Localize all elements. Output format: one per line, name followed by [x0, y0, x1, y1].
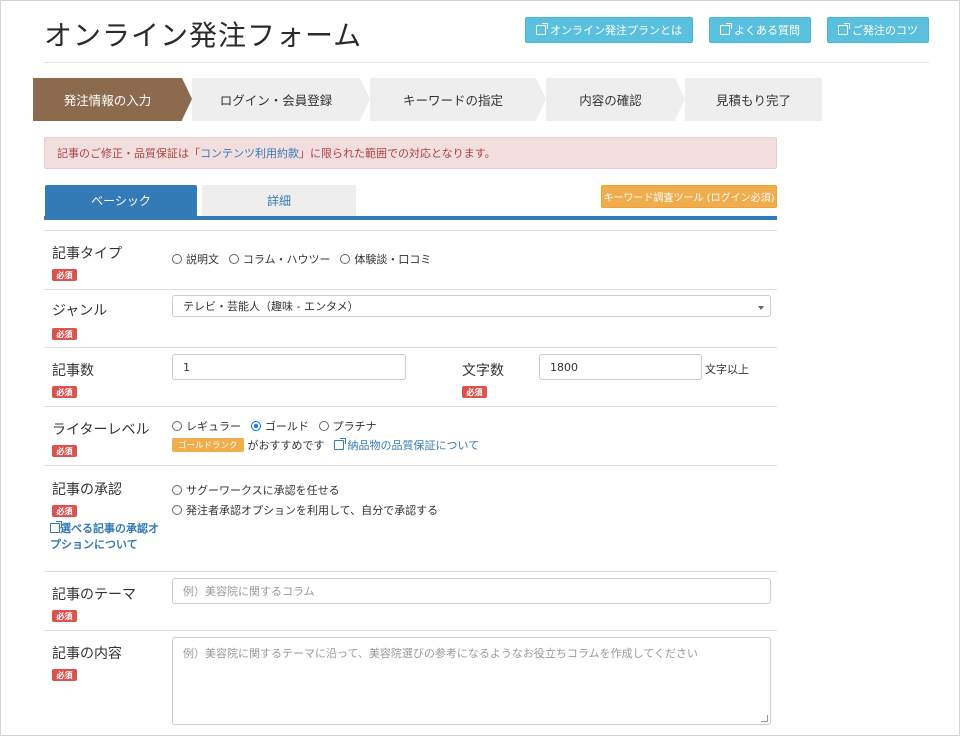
- external-link-icon: [838, 23, 850, 35]
- row-theme: 記事のテーマ 必須 例）美容院に関するコラム: [44, 571, 777, 630]
- row-writer-level: ライターレベル 必須 レギュラー ゴールド プラチナ ゴールドランク がおすすめで…: [44, 406, 777, 465]
- radio-icon: [172, 254, 182, 264]
- writer-level-option[interactable]: レギュラー: [172, 420, 241, 433]
- radio-checked-icon: [250, 421, 261, 431]
- required-badge: 必須: [52, 610, 77, 622]
- row-genre: ジャンル 必須 テレビ・芸能人（趣味 - エンタメ）: [44, 289, 777, 347]
- required-badge: 必須: [52, 445, 77, 457]
- article-type-options: 説明文 コラム・ハウツー 体験談・口コミ: [172, 251, 437, 267]
- step-complete: 見積もり完了: [685, 78, 822, 121]
- resize-handle-icon[interactable]: [761, 715, 768, 722]
- required-badge: 必須: [52, 669, 77, 681]
- required-badge: 必須: [52, 269, 77, 281]
- writer-level-option-selected[interactable]: ゴールド: [250, 420, 309, 433]
- content-textarea[interactable]: 例）美容院に関するテーマに沿って、美容院選びの参考になるようなお役立ちコラムを作…: [172, 637, 771, 725]
- radio-icon: [172, 485, 182, 495]
- keyword-tool-button[interactable]: キーワード調査ツール (ログイン必須): [601, 185, 777, 208]
- row-content: 記事の内容 必須 例）美容院に関するテーマに沿って、美容院選びの参考になるような…: [44, 630, 777, 734]
- writer-level-recommendation: ゴールドランク がおすすめです 納品物の品質保証について: [172, 437, 479, 453]
- step-login: ログイン・会員登録: [192, 78, 370, 121]
- step-confirm: 内容の確認: [546, 78, 685, 121]
- writer-level-options: レギュラー ゴールド プラチナ: [172, 418, 383, 434]
- article-count-label: 記事数: [52, 363, 94, 379]
- terms-link[interactable]: コンテンツ利用約款: [200, 145, 299, 161]
- online-plan-link[interactable]: オンライン発注プランとは: [525, 17, 693, 43]
- chevron-down-icon: [758, 306, 764, 310]
- approval-options: サグーワークスに承認を任せる 発注者承認オプションを利用して、自分で承認する: [172, 481, 444, 521]
- radio-icon: [318, 421, 329, 431]
- content-label: 記事の内容: [52, 646, 122, 662]
- external-link-icon: [50, 521, 62, 533]
- row-article-type: 記事タイプ 必須 説明文 コラム・ハウツー 体験談・口コミ: [44, 230, 777, 289]
- external-link-icon: [720, 23, 732, 35]
- article-type-option[interactable]: 説明文: [172, 253, 219, 266]
- radio-icon: [172, 421, 182, 431]
- header-divider: [44, 62, 929, 63]
- writer-level-option[interactable]: プラチナ: [318, 420, 377, 433]
- char-count-label: 文字数: [462, 363, 504, 379]
- article-type-option[interactable]: 体験談・口コミ: [340, 253, 431, 266]
- required-badge: 必須: [462, 386, 487, 398]
- step-keyword: キーワードの指定: [370, 78, 546, 121]
- radio-icon: [340, 254, 351, 264]
- writer-level-label: ライターレベル: [52, 422, 150, 438]
- quality-guarantee-link[interactable]: 納品物の品質保証について: [334, 438, 479, 452]
- order-tips-link[interactable]: ご発注のコツ: [827, 17, 929, 43]
- char-count-input[interactable]: 1800: [539, 354, 702, 380]
- external-link-icon: [536, 23, 548, 35]
- required-badge: 必須: [52, 386, 77, 398]
- theme-label: 記事のテーマ: [52, 587, 136, 603]
- step-order-info: 発注情報の入力: [33, 78, 192, 121]
- tab-basic[interactable]: ベーシック: [45, 185, 197, 216]
- article-count-input[interactable]: 1: [172, 354, 406, 380]
- article-type-label: 記事タイプ: [52, 246, 122, 262]
- required-badge: 必須: [52, 505, 77, 517]
- approval-option[interactable]: 発注者承認オプションを利用して、自分で承認する: [172, 501, 438, 521]
- page-title: オンライン発注フォーム: [44, 19, 363, 52]
- genre-label: ジャンル: [52, 303, 108, 319]
- radio-icon: [228, 254, 239, 264]
- quality-alert: 記事のご修正・品質保証は「 コンテンツ利用約款 」に限られた範囲での対応となります。: [44, 137, 777, 169]
- row-approval: 記事の承認 必須 選べる記事の承認オプションについて サグーワークスに承認を任せ…: [44, 465, 777, 571]
- radio-icon: [172, 505, 182, 515]
- faq-link[interactable]: よくある質問: [709, 17, 811, 43]
- article-type-option[interactable]: コラム・ハウツー: [228, 253, 331, 266]
- row-count: 記事数 必須 1 文字数 必須 1800 文字以上: [44, 347, 777, 406]
- approval-option-link[interactable]: 選べる記事の承認オプションについて: [50, 521, 162, 553]
- required-badge: 必須: [52, 328, 77, 340]
- theme-input[interactable]: 例）美容院に関するコラム: [172, 578, 771, 604]
- external-link-icon: [334, 438, 347, 450]
- header-links: オンライン発注プランとは よくある質問 ご発注のコツ: [525, 17, 929, 43]
- gold-rank-badge: ゴールドランク: [172, 438, 244, 452]
- approval-option[interactable]: サグーワークスに承認を任せる: [172, 481, 438, 501]
- tab-detail[interactable]: 詳細: [202, 185, 356, 216]
- char-count-unit: 文字以上: [705, 363, 749, 376]
- genre-select[interactable]: テレビ・芸能人（趣味 - エンタメ）: [172, 295, 771, 317]
- progress-steps: 発注情報の入力 ログイン・会員登録 キーワードの指定 内容の確認 見積もり完了: [33, 78, 832, 121]
- approval-label: 記事の承認: [52, 482, 122, 498]
